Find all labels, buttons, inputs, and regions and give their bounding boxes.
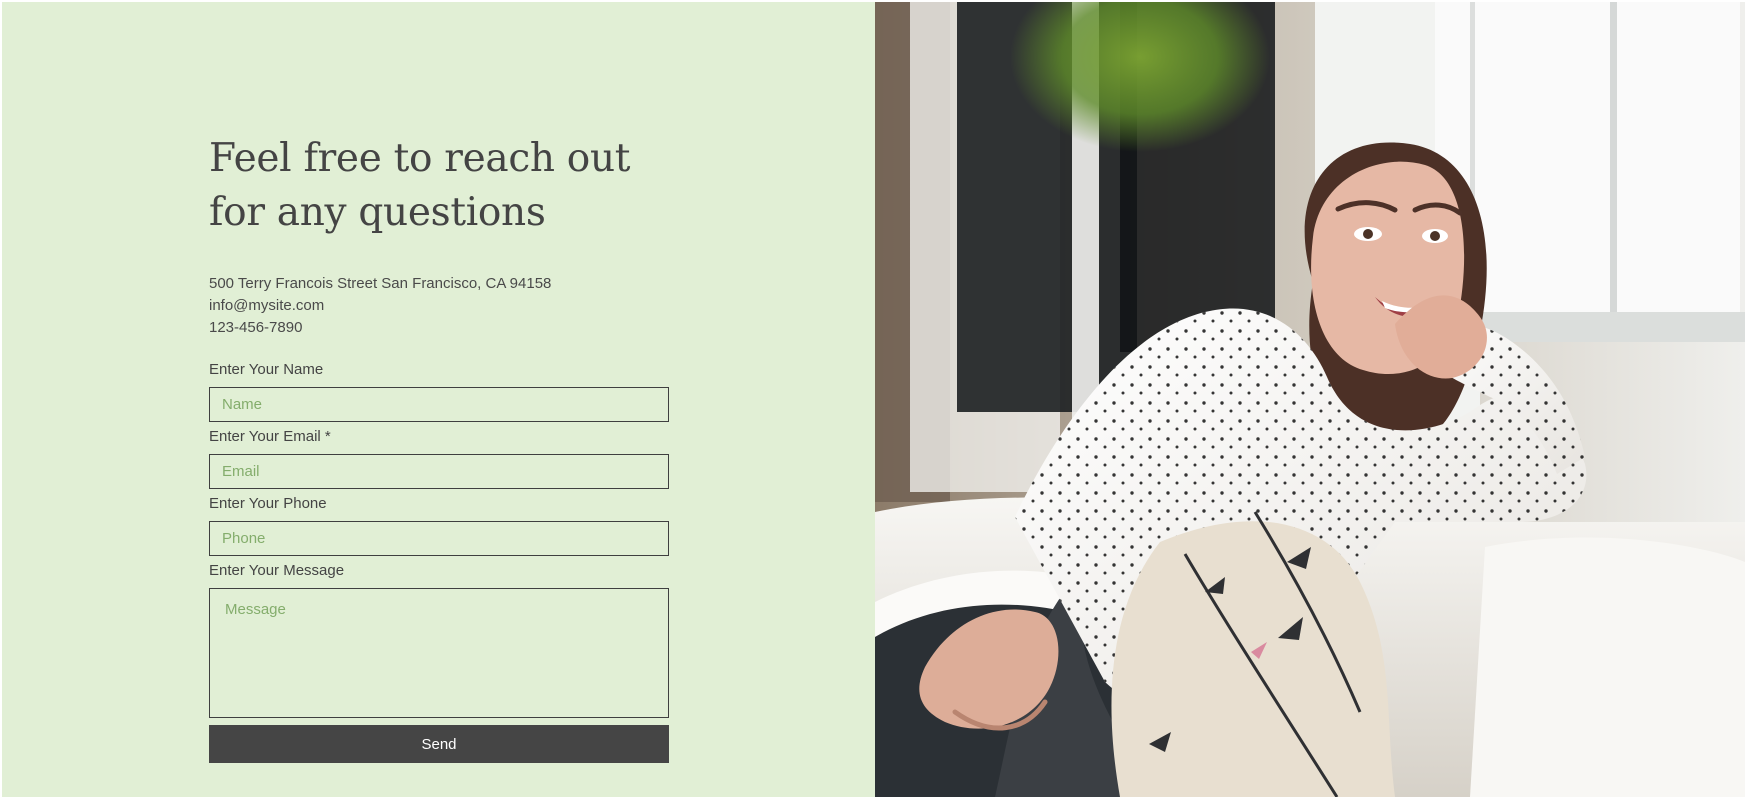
contact-address: 500 Terry Francois Street San Francisco,… [209, 275, 552, 292]
name-input[interactable] [209, 387, 669, 422]
contact-content: Feel free to reach out for any questions… [209, 132, 671, 763]
hero-photo [875, 2, 1745, 797]
email-input[interactable] [209, 454, 669, 489]
contact-form-panel: Feel free to reach out for any questions… [2, 2, 875, 797]
contact-email: info@mysite.com [209, 297, 325, 314]
message-input[interactable] [209, 588, 669, 718]
email-field-label: Enter Your Email * [209, 428, 331, 445]
smiling-woman-on-sofa-image [875, 2, 1745, 797]
phone-input[interactable] [209, 521, 669, 556]
name-field-label: Enter Your Name [209, 361, 324, 378]
send-button[interactable]: Send [209, 725, 669, 763]
page-title: Feel free to reach out for any questions [209, 136, 631, 235]
contact-form: Enter Your Name Enter Your Email * Enter… [209, 361, 669, 763]
contact-page: Feel free to reach out for any questions… [0, 0, 1745, 799]
phone-field-label: Enter Your Phone [209, 495, 327, 512]
contact-details: 500 Terry Francois Street San Francisco,… [209, 273, 671, 339]
contact-phone: 123-456-7890 [209, 319, 303, 336]
message-field-label: Enter Your Message [209, 562, 345, 579]
